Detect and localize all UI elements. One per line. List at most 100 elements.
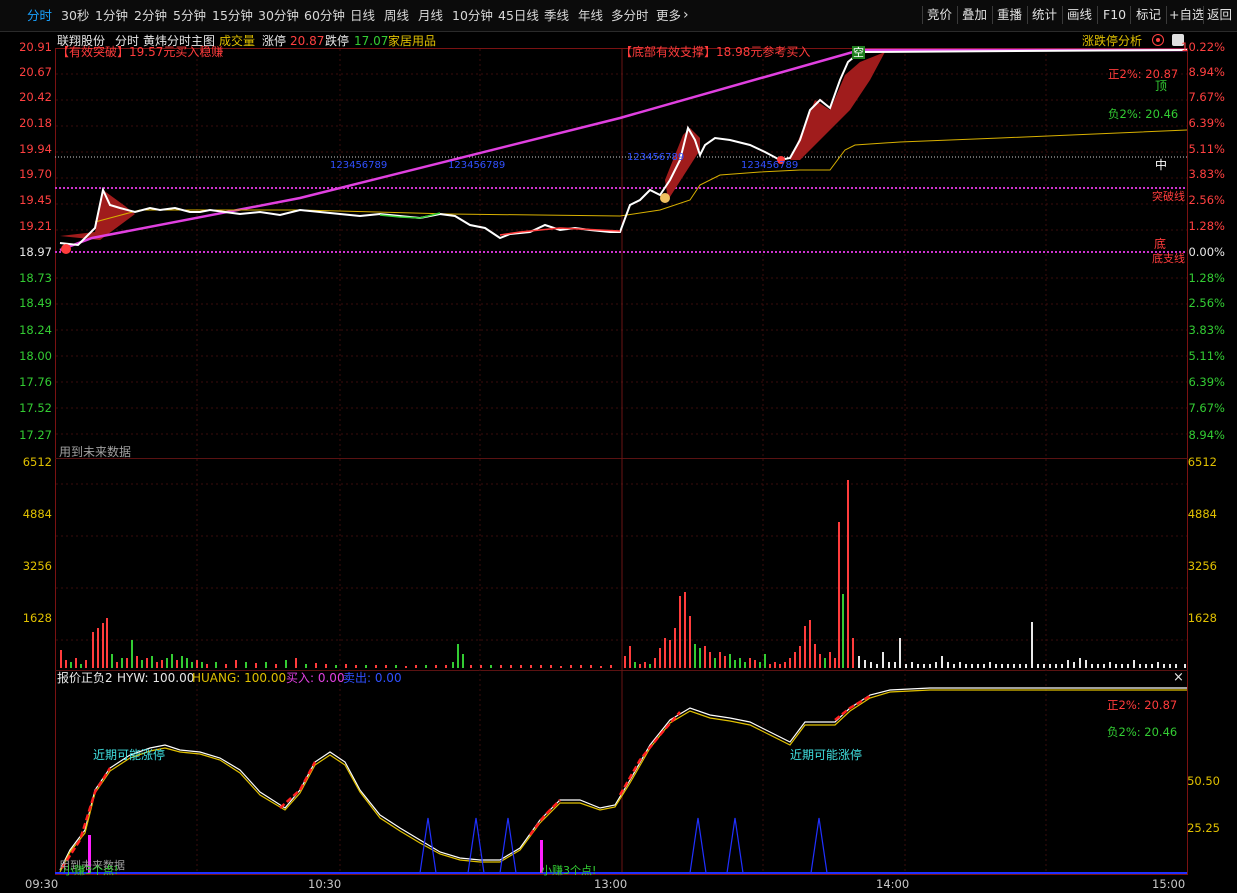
indicator-tick: 50.50 [1187,774,1220,788]
future-data-note: 用到未来数据 [59,445,132,459]
volume-bar [1097,664,1099,668]
volume-bar [1175,664,1177,668]
volume-bar [709,652,711,668]
volume-bar [600,666,602,668]
volume-bar [151,656,153,668]
volume-bar [131,640,133,668]
sequence-tag: 123456789 [741,160,799,171]
buy-marker[interactable] [61,244,71,254]
volume-bar [1184,664,1186,668]
vertical-gridlines [196,49,1047,874]
volume-tick: 4884 [1187,507,1217,521]
volume-bar [1061,664,1063,668]
volume-bar [654,658,656,668]
volume-bar [570,665,572,668]
volume-bar [1169,664,1171,668]
volume-bar [445,665,447,668]
volume-bar [699,648,701,668]
indicator-neg2-label: 负2%: 20.46 [1107,725,1178,739]
huang-line [59,689,1187,873]
volume-bar [85,660,87,668]
percent-tick: 10.22% [1181,40,1225,54]
volume-bar [814,644,816,668]
volume-bar [161,660,163,668]
volume-bar [689,616,691,668]
volume-bar [92,632,94,668]
signal-dot-marker[interactable] [660,193,670,203]
percent-tick: 8.94% [1188,65,1225,79]
volume-bar [121,658,123,668]
price-tick: 19.70 [19,167,52,181]
indicator-tick: 25.25 [1187,821,1220,835]
volume-bar [1013,664,1015,668]
percent-tick: 7.67% [1188,90,1225,104]
price-tick: 20.18 [19,116,52,130]
volume-tick: 6512 [1187,455,1217,469]
volume-bar [540,665,542,668]
volume-bar [649,664,651,668]
volume-bar [882,652,884,668]
volume-bar [864,660,866,668]
chart-canvas [55,48,1188,875]
indicator-title[interactable]: 报价正负2 [57,672,113,685]
volume-bar [355,665,357,668]
volume-bar [75,658,77,668]
price-tick: 18.49 [19,296,52,310]
volume-bar [1163,664,1165,668]
volume-bar [97,628,99,668]
sequence-tag: 123456789 [448,160,506,171]
small-gain-note: 小赚3个点! [541,864,597,877]
volume-bar [1001,664,1003,668]
volume-bar [1031,622,1033,668]
volume-bar [480,665,482,668]
volume-bar [265,662,267,668]
volume-bar [1055,664,1057,668]
volume-bar [1157,662,1159,668]
time-axis-line [55,874,1188,875]
volume-bar [1085,660,1087,668]
volume-bar [724,656,726,668]
buy-value: 买入: 0.00 [286,671,345,685]
time-tick: 09:30 [25,877,59,891]
volume-bar [425,665,427,668]
volume-bar [196,660,198,668]
volume-bar [375,665,377,668]
close-icon[interactable]: × [1173,671,1184,684]
percent-tick: 1.28% [1188,219,1225,233]
volume-bar [102,623,104,668]
volume-bar [664,638,666,668]
percent-tick: 6.39% [1188,116,1225,130]
volume-bar [530,665,532,668]
volume-bar [215,662,217,668]
price-tick: 17.76 [19,375,52,389]
volume-bar [734,660,736,668]
volume-bar [171,654,173,668]
limit-up-hint: 近期可能涨停 [790,748,863,762]
volume-bar [550,665,552,668]
breakout-annotation: 【有效突破】19.57元买入稳赚 [57,45,224,59]
mid-line-label: 中 [1155,158,1168,172]
volume-bar [965,664,967,668]
price-tick: 18.00 [19,349,52,363]
volume-bar [116,662,118,668]
volume-bar [181,656,183,668]
volume-bar [106,618,108,668]
time-tick: 14:00 [876,877,910,891]
volume-bar [1103,664,1105,668]
volume-bar [759,662,761,668]
volume-bar [847,480,849,668]
volume-bar [415,665,417,668]
volume-bar [669,640,671,668]
volume-bar [644,662,646,668]
volume-bar [166,658,168,668]
volume-bar [834,658,836,668]
volume-bar [694,644,696,668]
volume-bar [225,664,227,668]
volume-bar [769,664,771,668]
volume-bar [1025,664,1027,668]
huang-value: HUANG: 100.00 [192,671,287,685]
volume-bar [255,663,257,668]
price-tick: 17.52 [19,401,52,415]
volume-bar [947,662,949,668]
volume-bar [315,663,317,668]
